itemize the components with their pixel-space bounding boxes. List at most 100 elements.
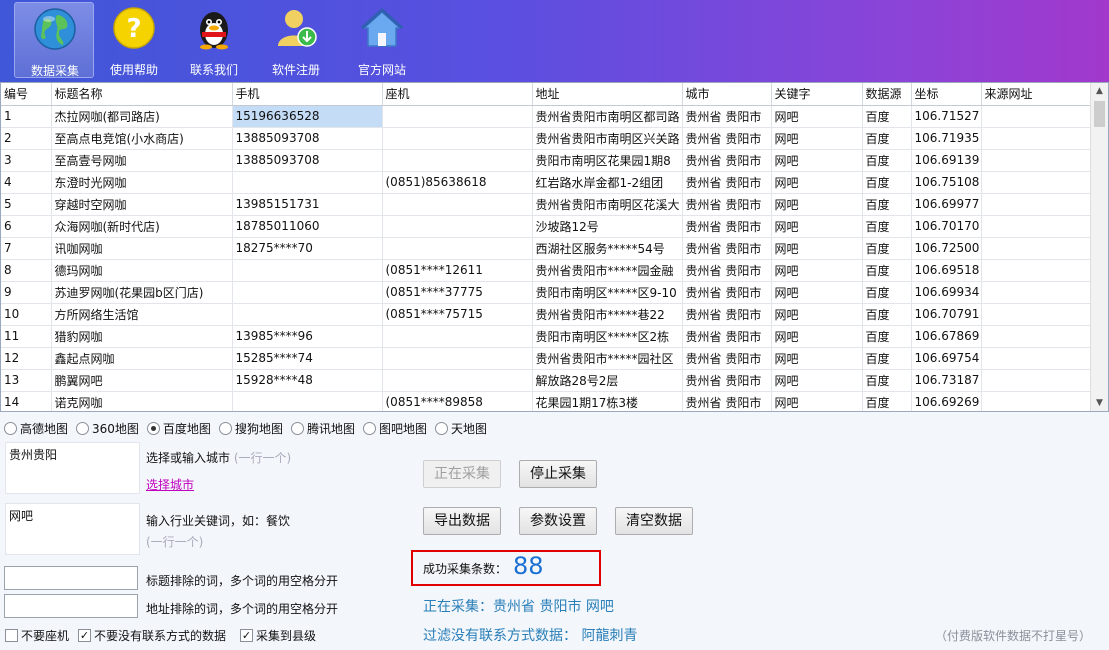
table-row[interactable]: 12 鑫起点网咖 15285****74 贵州省贵阳市*****园社区 贵州省 贵阳市网… (1, 347, 1092, 370)
table-cell[interactable]: 杰拉网咖(都司路店) (51, 105, 233, 128)
table-cell[interactable]: 18275****70 (232, 237, 383, 260)
map-source-radio[interactable]: 360地图 (76, 420, 139, 436)
table-cell[interactable]: 6 (1, 215, 52, 238)
website-button[interactable]: 官方网站 (342, 2, 422, 78)
table-cell[interactable]: 7 (1, 237, 52, 260)
table-cell[interactable]: 18785011060 (232, 215, 383, 238)
table-cell[interactable]: 106.69934 (911, 281, 982, 304)
table-cell[interactable]: 贵州省 贵阳市 (682, 193, 772, 216)
register-button[interactable]: 软件注册 (256, 2, 336, 78)
table-row[interactable]: 6 众海网咖(新时代店) 18785011060 沙坡路12号 贵州省 贵阳市 网吧 百度 1… (1, 215, 1092, 238)
table-row[interactable]: 9 苏迪罗网咖(花果园b区门店) (0851****37775 贵阳市南明区*****… (1, 281, 1092, 304)
help-button[interactable]: ? 使用帮助 (94, 2, 174, 78)
table-cell[interactable]: 百度 (862, 171, 912, 194)
table-cell[interactable] (981, 259, 1092, 282)
table-cell[interactable] (981, 303, 1092, 326)
table-cell[interactable]: 10 (1, 303, 52, 326)
table-cell[interactable]: 鹏翼网吧 (51, 369, 233, 392)
table-cell[interactable]: 西湖社区服务*****54号 (532, 237, 683, 260)
table-cell[interactable]: 猎豹网咖 (51, 325, 233, 348)
no-landline-box[interactable] (5, 629, 18, 642)
table-cell[interactable]: 网吧 (771, 303, 863, 326)
column-header[interactable]: 地址 (532, 83, 683, 106)
table-cell[interactable]: 诺克网咖 (51, 391, 233, 411)
column-header[interactable]: 数据源 (862, 83, 912, 106)
settings-button[interactable]: 参数设置 (519, 507, 597, 535)
table-cell[interactable]: 网吧 (771, 391, 863, 411)
table-cell[interactable] (232, 171, 383, 194)
table-cell[interactable]: 百度 (862, 127, 912, 150)
table-cell[interactable]: 网吧 (771, 105, 863, 128)
table-cell[interactable] (981, 347, 1092, 370)
table-cell[interactable]: (0851****37775 (382, 281, 533, 304)
table-row[interactable]: 1 杰拉网咖(都司路店) 15196636528 贵州省贵阳市南明区都司路 贵州省 贵阳… (1, 105, 1092, 128)
column-header[interactable]: 标题名称 (51, 83, 233, 106)
table-cell[interactable]: (0851)85638618 (382, 171, 533, 194)
column-header[interactable]: 城市 (682, 83, 772, 106)
table-cell[interactable] (981, 325, 1092, 348)
table-cell[interactable]: 贵州省 贵阳市 (682, 237, 772, 260)
table-cell[interactable]: 网吧 (771, 369, 863, 392)
title-exclude-input[interactable] (4, 566, 138, 590)
table-cell[interactable]: 贵州省 贵阳市 (682, 369, 772, 392)
map-source-radio[interactable]: 高德地图 (4, 420, 68, 436)
table-cell[interactable]: 贵州省贵阳市*****巷22 (532, 303, 683, 326)
table-cell[interactable]: 贵州省 贵阳市 (682, 281, 772, 304)
table-cell[interactable]: (0851****89858 (382, 391, 533, 411)
table-cell[interactable]: 15285****74 (232, 347, 383, 370)
table-cell[interactable]: 106.69977 (911, 193, 982, 216)
table-cell[interactable]: 讯咖网咖 (51, 237, 233, 260)
table-cell[interactable]: 至高点电竞馆(小水商店) (51, 127, 233, 150)
county-level-checkbox[interactable]: ✓ 采集到县级 (240, 627, 316, 644)
table-cell[interactable]: 苏迪罗网咖(花果园b区门店) (51, 281, 233, 304)
table-cell[interactable]: 百度 (862, 347, 912, 370)
table-cell[interactable]: 12 (1, 347, 52, 370)
table-cell[interactable]: 106.71527 (911, 105, 982, 128)
table-cell[interactable]: (0851****12611 (382, 259, 533, 282)
table-cell[interactable] (382, 149, 533, 172)
table-cell[interactable]: 13985****96 (232, 325, 383, 348)
table-cell[interactable]: 网吧 (771, 127, 863, 150)
table-cell[interactable]: 百度 (862, 325, 912, 348)
data-collect-button[interactable]: 数据采集 (14, 2, 94, 78)
table-row[interactable]: 10 方所网络生活馆 (0851****75715 贵州省贵阳市*****巷22 贵州省… (1, 303, 1092, 326)
column-header[interactable]: 关键字 (771, 83, 863, 106)
table-cell[interactable]: 百度 (862, 391, 912, 411)
table-cell[interactable]: 百度 (862, 237, 912, 260)
contact-button[interactable]: 联系我们 (174, 2, 254, 78)
column-header[interactable]: 手机 (232, 83, 383, 106)
table-cell[interactable]: 至高壹号网咖 (51, 149, 233, 172)
table-cell[interactable]: 106.69269 (911, 391, 982, 411)
scroll-up-icon[interactable]: ▲ (1091, 83, 1108, 99)
table-cell[interactable]: 贵阳市南明区*****区2栋 (532, 325, 683, 348)
table-cell[interactable] (981, 281, 1092, 304)
map-source-radio[interactable]: 图吧地图 (362, 420, 427, 436)
table-row[interactable]: 2 至高点电竞馆(小水商店) 13885093708 贵州省贵阳市南明区兴关路 贵州省 … (1, 127, 1092, 150)
map-source-radio[interactable]: 百度地图 (146, 420, 211, 436)
table-cell[interactable]: 网吧 (771, 281, 863, 304)
table-cell[interactable]: 贵州省 贵阳市 (682, 105, 772, 128)
keyword-textarea[interactable]: 网吧 (5, 503, 140, 555)
table-cell[interactable]: 贵州省 贵阳市 (682, 149, 772, 172)
table-cell[interactable]: 13885093708 (232, 149, 383, 172)
table-cell[interactable]: 百度 (862, 369, 912, 392)
table-cell[interactable]: 106.69518 (911, 259, 982, 282)
table-cell[interactable]: 众海网咖(新时代店) (51, 215, 233, 238)
table-cell[interactable]: 贵州省贵阳市*****园金融 (532, 259, 683, 282)
table-cell[interactable]: 贵阳市南明区花果园1期8 (532, 149, 683, 172)
table-cell[interactable]: 14 (1, 391, 52, 411)
table-cell[interactable]: 11 (1, 325, 52, 348)
table-cell[interactable] (382, 127, 533, 150)
column-header[interactable]: 座机 (382, 83, 533, 106)
table-cell[interactable]: 106.69754 (911, 347, 982, 370)
table-cell[interactable]: 花果园1期17栋3楼 (532, 391, 683, 411)
table-cell[interactable] (981, 237, 1092, 260)
table-cell[interactable]: 1 (1, 105, 52, 128)
table-cell[interactable]: 106.73187 (911, 369, 982, 392)
table-cell[interactable]: 106.67869 (911, 325, 982, 348)
table-cell[interactable]: 红岩路水岸金都1-2组团 (532, 171, 683, 194)
radio-dot[interactable] (434, 421, 448, 435)
column-header[interactable]: 编号 (1, 83, 52, 106)
table-cell[interactable] (981, 171, 1092, 194)
no-landline-checkbox[interactable]: 不要座机 (5, 627, 69, 644)
